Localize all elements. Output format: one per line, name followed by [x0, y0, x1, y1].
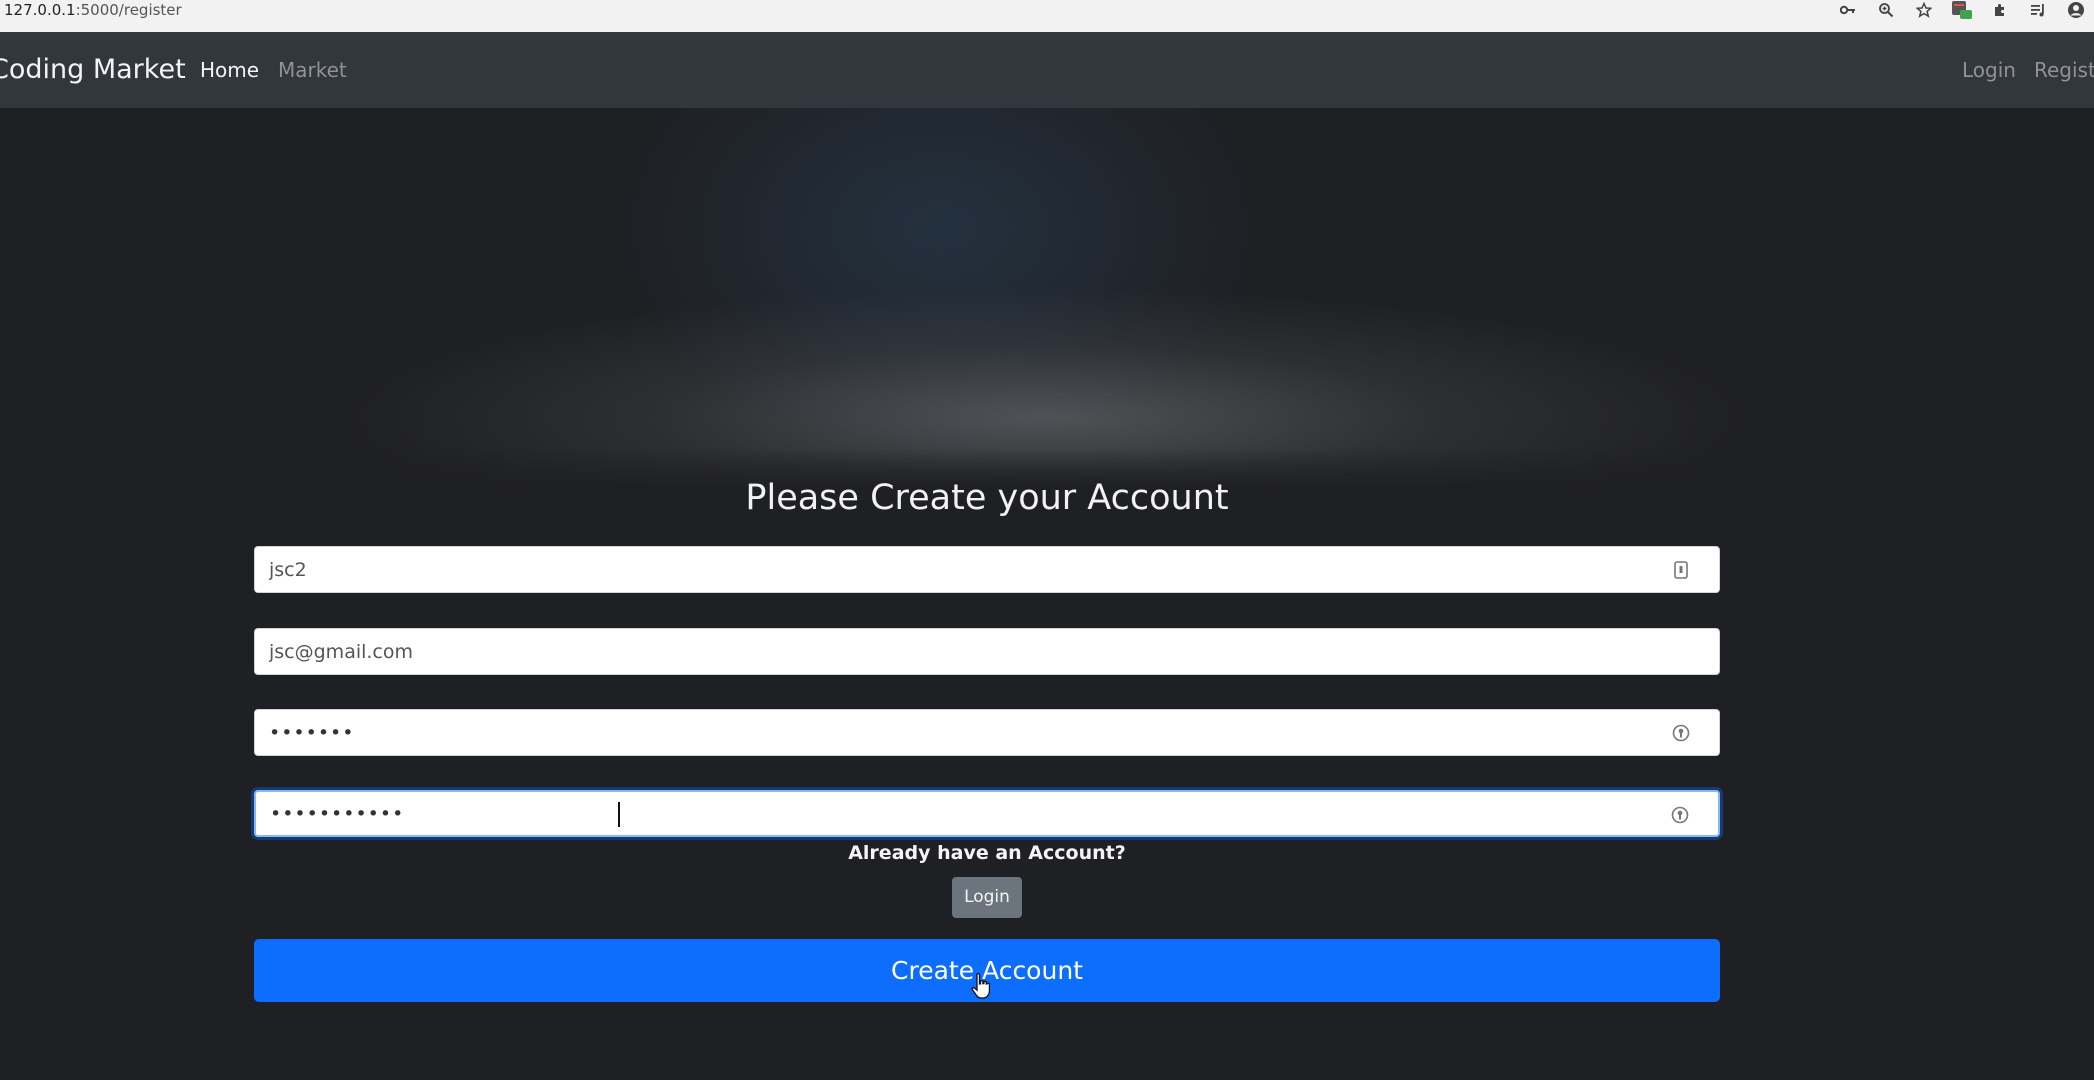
browser-toolbar: 127.0.0.1:5000/register	[0, 0, 2094, 33]
profile-icon[interactable]	[2064, 0, 2088, 20]
password-input[interactable]	[269, 710, 1649, 755]
already-have-account-text: Already have an Account?	[848, 842, 1126, 864]
key-icon[interactable]	[1836, 0, 1860, 20]
confirm-password-field[interactable]	[254, 790, 1720, 837]
nav-login-link[interactable]: Login	[1962, 32, 2016, 108]
hero-background	[0, 108, 2094, 488]
password-key-icon[interactable]	[1671, 723, 1691, 743]
puzzle-icon[interactable]	[1988, 0, 2012, 20]
confirm-password-input[interactable]	[270, 792, 1650, 835]
browser-icons	[1836, 0, 2094, 20]
top-navbar: Coding Market Home Market Login Register	[0, 32, 2094, 108]
password-key-icon[interactable]	[1670, 805, 1690, 825]
username-input[interactable]	[269, 547, 1649, 592]
login-button[interactable]: Login	[952, 877, 1022, 918]
hand-cursor-icon	[971, 972, 991, 999]
password-field[interactable]	[254, 709, 1720, 756]
brand-logo[interactable]: Coding Market	[0, 32, 186, 108]
nav-register-link[interactable]: Register	[2034, 32, 2094, 108]
email-input[interactable]	[269, 629, 1649, 674]
star-icon[interactable]	[1912, 0, 1936, 20]
email-field[interactable]	[254, 628, 1720, 675]
text-caret	[618, 802, 620, 827]
autofill-contact-icon[interactable]	[1671, 560, 1691, 580]
reading-list-icon[interactable]	[2026, 0, 2050, 20]
extension-badge-icon[interactable]	[1950, 0, 1974, 20]
nav-home-link[interactable]: Home	[200, 32, 259, 108]
page-title: Please Create your Account	[745, 478, 1229, 518]
url-path: :5000/register	[75, 1, 182, 19]
url-host: 127.0.0.1	[4, 1, 76, 19]
username-field[interactable]	[254, 546, 1720, 593]
address-bar[interactable]: 127.0.0.1:5000/register	[4, 0, 182, 20]
nav-market-link[interactable]: Market	[278, 32, 347, 108]
zoom-icon[interactable]	[1874, 0, 1898, 20]
